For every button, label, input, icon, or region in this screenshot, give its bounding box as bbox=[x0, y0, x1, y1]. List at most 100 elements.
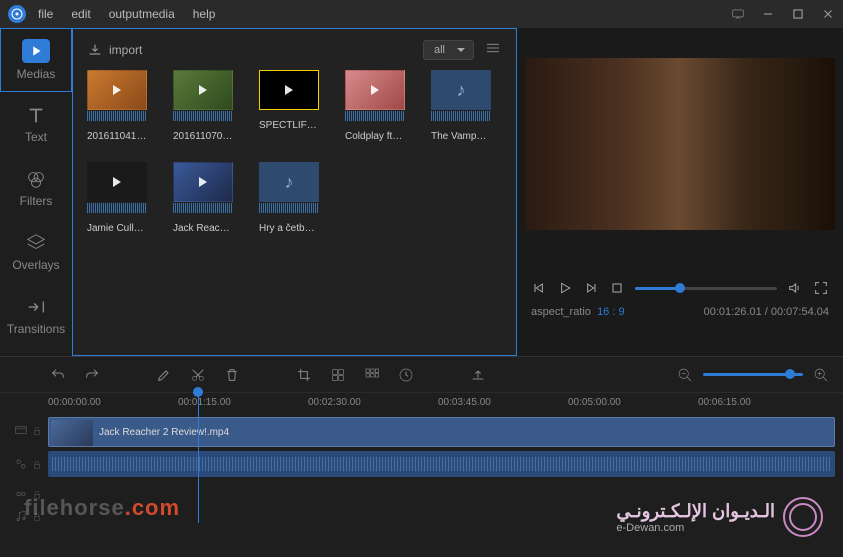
view-toggle-button[interactable] bbox=[484, 39, 502, 60]
ruler-tick: 00:05:00.00 bbox=[568, 397, 621, 408]
playhead[interactable] bbox=[198, 393, 199, 523]
duration-icon[interactable] bbox=[398, 367, 414, 383]
zoom-in-icon[interactable] bbox=[813, 367, 829, 383]
lock-icon[interactable] bbox=[32, 425, 42, 439]
ruler-tick: 00:00:00.00 bbox=[48, 397, 101, 408]
media-item[interactable]: Jamie Cullum... bbox=[87, 162, 147, 234]
import-button[interactable]: import bbox=[87, 42, 142, 58]
sidebar-item-overlays[interactable]: Overlays bbox=[0, 220, 72, 284]
dewan-subtext: e-Dewan.com bbox=[616, 522, 775, 534]
crop-icon[interactable] bbox=[296, 367, 312, 383]
aspect-label: aspect_ratio bbox=[531, 306, 591, 318]
close-icon[interactable] bbox=[821, 7, 835, 21]
media-grid: 20161104100... 20161107092... SPECTLIFE … bbox=[87, 70, 502, 234]
media-thumbnail bbox=[173, 70, 233, 110]
undo-icon[interactable] bbox=[50, 367, 66, 383]
sidebar-label: Medias bbox=[17, 67, 56, 81]
playback-controls bbox=[525, 280, 835, 296]
menu-help[interactable]: help bbox=[193, 7, 216, 21]
watermark-filehorse: filehorse.com bbox=[24, 495, 180, 521]
media-thumbnail: ♪ bbox=[259, 162, 319, 202]
media-item[interactable]: ♪ Hry a četba (... bbox=[259, 162, 319, 234]
media-label: The Vamps -... bbox=[431, 131, 491, 142]
aspect-value[interactable]: 16 : 9 bbox=[597, 306, 625, 318]
import-label: import bbox=[109, 43, 142, 57]
media-item[interactable]: 20161104100... bbox=[87, 70, 147, 142]
sidebar-label: Text bbox=[25, 130, 47, 144]
menu-file[interactable]: file bbox=[38, 7, 53, 21]
media-item[interactable]: ♪ The Vamps -... bbox=[431, 70, 491, 142]
sidebar-label: Filters bbox=[20, 194, 53, 208]
video-track-icon bbox=[14, 423, 28, 440]
titlebar: file edit outputmedia help bbox=[0, 0, 843, 28]
overlays-icon bbox=[25, 232, 47, 254]
audio-track[interactable] bbox=[48, 451, 843, 479]
zoom-slider[interactable] bbox=[703, 373, 803, 376]
media-label: Jamie Cullum... bbox=[87, 223, 147, 234]
media-thumbnail bbox=[259, 70, 319, 110]
video-clip[interactable]: Jack Reacher 2 Review!.mp4 bbox=[48, 417, 835, 447]
media-label: Coldplay ft. C... bbox=[345, 131, 405, 142]
video-track[interactable]: Jack Reacher 2 Review!.mp4 bbox=[48, 417, 843, 449]
ruler-tick: 00:06:15.00 bbox=[698, 397, 751, 408]
text-icon bbox=[25, 104, 47, 126]
ruler-tick: 00:03:45.00 bbox=[438, 397, 491, 408]
redo-icon[interactable] bbox=[84, 367, 100, 383]
media-label: 20161104100... bbox=[87, 131, 147, 142]
volume-slider[interactable] bbox=[635, 287, 777, 290]
dewan-text: الـديـوان الإلـكـترونـي bbox=[616, 501, 775, 521]
grid-icon[interactable] bbox=[364, 367, 380, 383]
watermark-dewan: الـديـوان الإلـكـترونـي e-Dewan.com bbox=[616, 497, 823, 537]
media-item[interactable]: Jack Reacher... bbox=[173, 162, 233, 234]
prev-frame-icon[interactable] bbox=[531, 280, 547, 296]
main-menu: file edit outputmedia help bbox=[38, 7, 731, 21]
sidebar-item-filters[interactable]: Filters bbox=[0, 156, 72, 220]
media-label: Jack Reacher... bbox=[173, 223, 233, 234]
zoom-controls bbox=[677, 367, 829, 383]
delete-icon[interactable] bbox=[224, 367, 240, 383]
list-icon bbox=[484, 39, 502, 57]
ruler-tick: 00:02:30.00 bbox=[308, 397, 361, 408]
media-thumbnail bbox=[345, 70, 405, 110]
media-thumbnail bbox=[87, 70, 147, 110]
media-thumbnail: ♪ bbox=[431, 70, 491, 110]
next-frame-icon[interactable] bbox=[583, 280, 599, 296]
zoom-out-icon[interactable] bbox=[677, 367, 693, 383]
menu-outputmedia[interactable]: outputmedia bbox=[109, 7, 175, 21]
filter-dropdown[interactable]: all bbox=[423, 40, 474, 60]
media-item[interactable]: Coldplay ft. C... bbox=[345, 70, 405, 142]
lock-icon[interactable] bbox=[32, 459, 42, 473]
timeline-ruler[interactable]: 00:00:00.00 00:01:15.00 00:02:30.00 00:0… bbox=[0, 393, 843, 417]
media-item[interactable]: SPECTLIFE m... bbox=[259, 70, 319, 142]
mosaic-icon[interactable] bbox=[330, 367, 346, 383]
maximize-icon[interactable] bbox=[791, 7, 805, 21]
clip-thumbnail bbox=[51, 420, 93, 446]
media-label: Hry a četba (... bbox=[259, 223, 319, 234]
ruler-tick: 00:01:15.00 bbox=[178, 397, 231, 408]
cut-icon[interactable] bbox=[190, 367, 206, 383]
sidebar-item-medias[interactable]: Medias bbox=[0, 28, 72, 92]
filter-value: all bbox=[434, 44, 445, 56]
import-icon bbox=[87, 42, 103, 58]
volume-icon[interactable] bbox=[787, 280, 803, 296]
export-icon[interactable] bbox=[470, 367, 486, 383]
edit-icon[interactable] bbox=[156, 367, 172, 383]
sidebar-label: Overlays bbox=[12, 258, 59, 272]
sidebar-item-transitions[interactable]: Transitions bbox=[0, 284, 72, 348]
dewan-logo-icon bbox=[783, 497, 823, 537]
transitions-icon bbox=[25, 296, 47, 318]
preview-video[interactable] bbox=[525, 58, 835, 230]
audio-clip[interactable] bbox=[48, 451, 835, 477]
app-logo bbox=[8, 5, 26, 23]
menu-edit[interactable]: edit bbox=[71, 7, 90, 21]
audio-icon: ♪ bbox=[285, 172, 294, 193]
stop-icon[interactable] bbox=[609, 280, 625, 296]
chat-icon[interactable] bbox=[731, 7, 745, 21]
sidebar: Medias Text Filters Overlays Transitions bbox=[0, 28, 72, 356]
fullscreen-icon[interactable] bbox=[813, 280, 829, 296]
media-item[interactable]: 20161107092... bbox=[173, 70, 233, 142]
audio-icon: ♪ bbox=[457, 80, 466, 101]
play-icon[interactable] bbox=[557, 280, 573, 296]
sidebar-item-text[interactable]: Text bbox=[0, 92, 72, 156]
minimize-icon[interactable] bbox=[761, 7, 775, 21]
